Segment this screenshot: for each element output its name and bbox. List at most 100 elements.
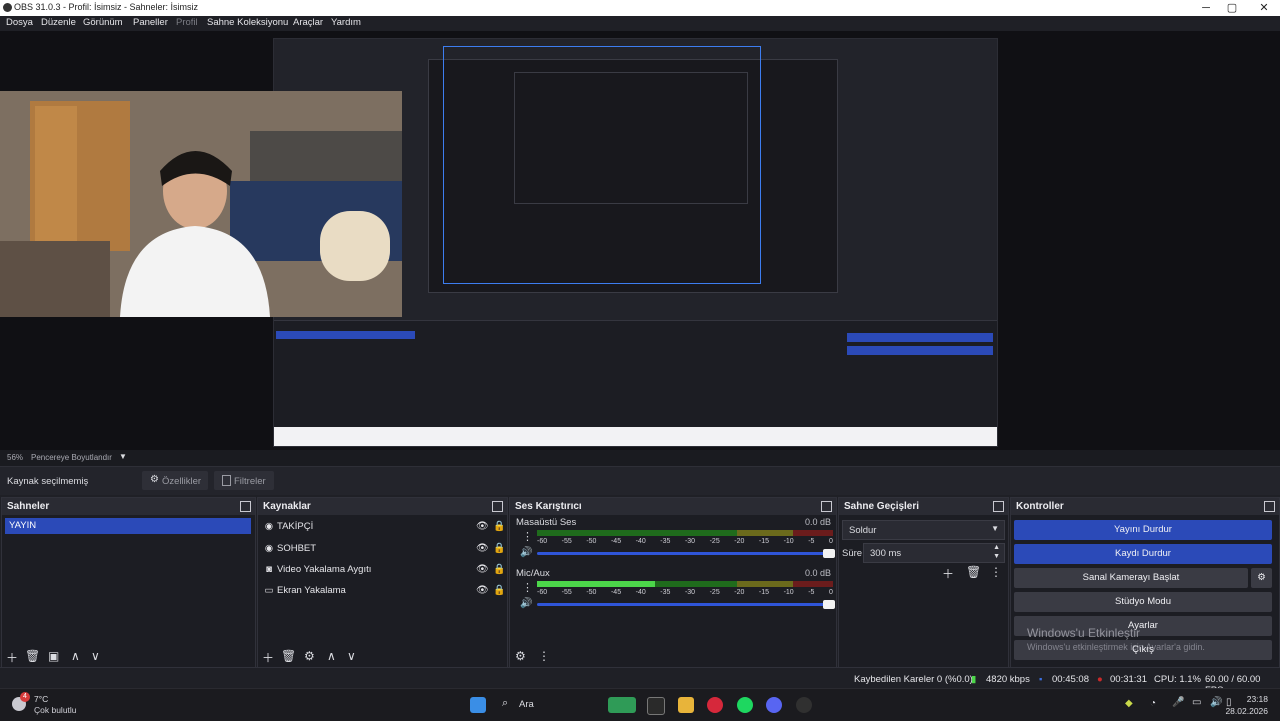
menu-dots-icon[interactable]: ⋮ [522, 530, 533, 543]
eye-icon[interactable]: 👁 [476, 582, 489, 600]
source-selection-box[interactable] [443, 46, 761, 284]
speaker-icon[interactable]: 🔊 [520, 547, 532, 558]
stop-record-button[interactable]: Kaydı Durdur [1014, 544, 1272, 564]
speaker-icon[interactable]: 🔊 [520, 598, 532, 609]
eye-icon[interactable]: 👁 [476, 561, 489, 579]
menu-edit[interactable]: Düzenle [41, 17, 76, 28]
zoom-mode[interactable]: Pencereye Boyutlandır [31, 453, 112, 462]
obs-icon[interactable] [796, 697, 812, 713]
discord-icon[interactable] [766, 697, 782, 713]
meter-ticks: -60 -55 -50 -45 -40 -35 -30 -25 -20 -15 -10 -5 0 [537, 538, 833, 545]
virtual-camera-settings-button[interactable]: ⚙ [1251, 568, 1272, 588]
lock-icon[interactable]: 🔒 [493, 518, 505, 536]
menu-dots-icon[interactable]: ⋮ [538, 649, 550, 663]
move-up-icon[interactable]: ∧ [71, 649, 80, 663]
undock-icon[interactable] [993, 501, 1004, 512]
menu-file[interactable]: Dosya [6, 17, 33, 28]
tray-app-icon[interactable]: ◆ [1125, 698, 1133, 709]
obs-logo-icon [3, 3, 12, 12]
move-up-icon[interactable]: ∧ [327, 649, 336, 663]
source-item[interactable]: ◙ Video Yakalama Aygıtı 👁 🔒 [264, 561, 505, 579]
stop-stream-button[interactable]: Yayını Durdur [1014, 520, 1272, 540]
move-down-icon[interactable]: ∨ [91, 649, 100, 663]
transition-select[interactable]: Soldur ▼ [842, 520, 1005, 540]
properties-button[interactable]: ⚙ Özellikler [142, 471, 208, 490]
trash-icon[interactable]: 🗑 [966, 565, 981, 579]
app-terminal-icon[interactable] [647, 697, 665, 715]
network-icon[interactable]: ▭ [1192, 697, 1201, 708]
scene-item-yayin[interactable]: YAYIN [5, 518, 251, 534]
meter-tick-label: -50 [586, 538, 597, 545]
add-transition-icon[interactable]: ＋ [942, 565, 954, 582]
menu-view[interactable]: Görünüm [83, 17, 123, 28]
meter-tick-label: -55 [561, 538, 572, 545]
clock-date[interactable]: 28.02.2026 [1222, 706, 1268, 716]
trash-icon[interactable]: 🗑 [25, 649, 40, 663]
mixer-settings-icon[interactable]: ⚙ [515, 649, 526, 663]
folder-icon[interactable] [678, 697, 694, 713]
filters-button[interactable]: Filtreler [214, 471, 274, 490]
volume-meter [537, 530, 833, 536]
scene-filters-icon[interactable]: ▣ [48, 649, 59, 663]
settings-button[interactable]: Ayarlar [1014, 616, 1272, 636]
maximize-button[interactable]: ▢ [1222, 1, 1242, 15]
add-source-icon[interactable]: ＋ [262, 649, 274, 666]
windows-start-icon[interactable] [470, 697, 486, 713]
gear-icon: ⚙ [1257, 572, 1266, 583]
volume-icon[interactable]: 🔊 [1210, 697, 1222, 708]
exit-button[interactable]: Çıkış [1014, 640, 1272, 660]
trash-icon[interactable]: 🗑 [281, 649, 296, 663]
taskbar: 4 7°C Çok bulutlu ⌕ Ara ◆ ◔ 🎤 ▭ 🔊 ▯ 23:1… [0, 688, 1280, 721]
minimize-button[interactable]: ─ [1196, 1, 1216, 15]
spotify-icon[interactable] [737, 697, 753, 713]
lock-icon[interactable]: 🔒 [493, 540, 505, 558]
opera-icon[interactable] [707, 697, 723, 713]
undock-icon[interactable] [821, 501, 832, 512]
source-item[interactable]: ▭ Ekran Yakalama 👁 🔒 [264, 582, 506, 600]
menu-profile[interactable]: Profil [176, 17, 198, 28]
add-scene-icon[interactable]: ＋ [6, 649, 18, 666]
menu-scene-collection[interactable]: Sahne Koleksiyonu [207, 17, 288, 28]
source-label: Ekran Yakalama [277, 585, 346, 596]
volume-slider[interactable] [537, 549, 835, 558]
transition-type: Soldur [849, 525, 877, 536]
mixer-title: Ses Karıştırıcı [515, 501, 582, 512]
menu-dots-icon[interactable]: ⋮ [522, 581, 533, 594]
undock-icon[interactable] [492, 501, 503, 512]
volume-slider[interactable] [537, 600, 835, 609]
search-icon[interactable]: ⌕ [502, 697, 508, 710]
app-weather-icon[interactable] [608, 697, 636, 713]
nested-obs-docks [274, 320, 997, 428]
controls-title: Kontroller [1016, 501, 1064, 512]
zoom-level[interactable]: 56% [7, 453, 23, 462]
lock-icon[interactable]: 🔒 [493, 582, 505, 600]
duration-spinbox[interactable]: 300 ms ▲ ▼ [863, 543, 1005, 563]
source-label: TAKİPÇİ [277, 521, 314, 532]
virtual-camera-button[interactable]: Sanal Kamerayı Başlat [1014, 568, 1248, 588]
undock-icon[interactable] [240, 501, 251, 512]
studio-mode-button[interactable]: Stüdyo Modu [1014, 592, 1272, 612]
source-item[interactable]: ◉ TAKİPÇİ 👁 🔒 [264, 518, 506, 536]
chevron-down-icon[interactable]: ▼ [993, 553, 1000, 560]
taskbar-search[interactable]: Ara [519, 699, 534, 710]
lock-icon[interactable]: 🔒 [493, 561, 505, 579]
clock-time[interactable]: 23:18 [1232, 694, 1268, 704]
eye-icon[interactable]: 👁 [476, 540, 489, 558]
filter-icon [222, 475, 231, 486]
mic-icon[interactable]: 🎤 [1172, 697, 1184, 708]
eye-icon[interactable]: 👁 [476, 518, 489, 536]
wifi-icon[interactable]: ◔ [1150, 698, 1156, 709]
close-button[interactable]: ✕ [1254, 1, 1274, 15]
chevron-up-icon[interactable]: ▲ [993, 544, 1000, 551]
chevron-down-icon[interactable]: ▼ [119, 452, 127, 461]
cpu-usage: CPU: 1.1% [1154, 674, 1201, 685]
channel-db: 0.0 dB [804, 517, 831, 527]
menu-docks[interactable]: Paneller [133, 17, 168, 28]
move-down-icon[interactable]: ∨ [347, 649, 356, 663]
menu-dots-icon[interactable]: ⋮ [990, 565, 1002, 579]
undock-icon[interactable] [1264, 501, 1275, 512]
source-item[interactable]: ◉ SOHBET 👁 🔒 [264, 540, 506, 558]
menu-help[interactable]: Yardım [331, 17, 361, 28]
menu-tools[interactable]: Araçlar [293, 17, 323, 28]
gear-icon[interactable]: ⚙ [304, 649, 315, 663]
